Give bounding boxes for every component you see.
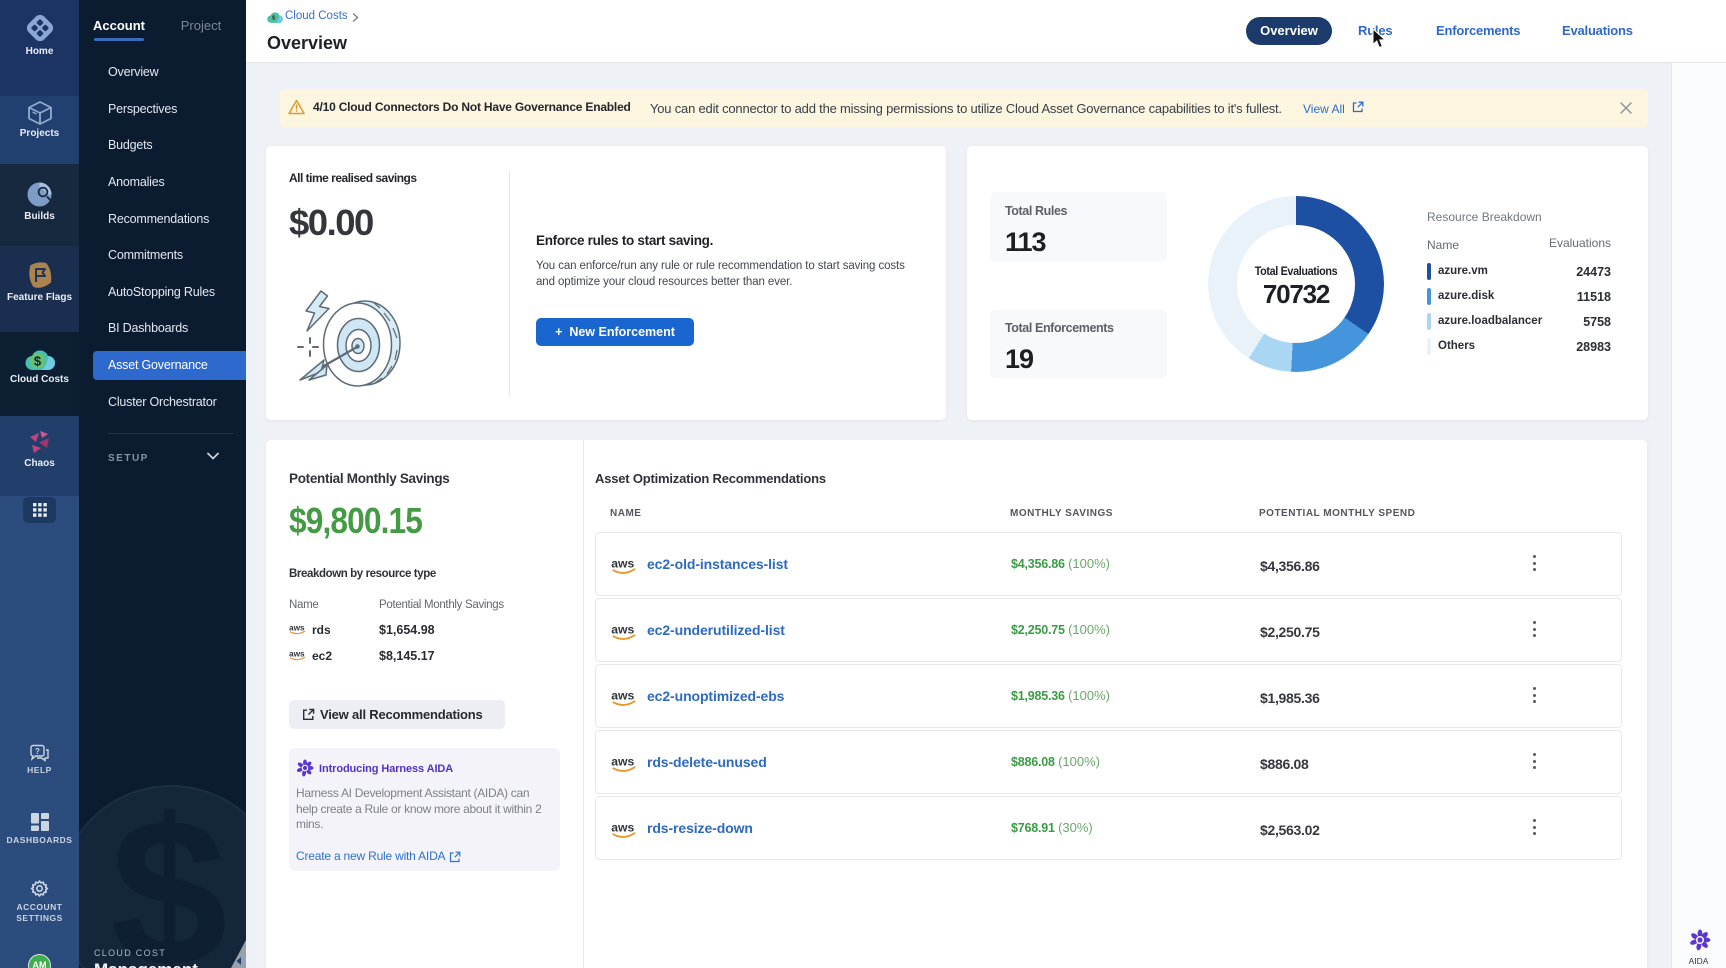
svg-text:aws: aws: [611, 623, 634, 637]
svg-text:?: ?: [35, 747, 40, 756]
svg-text:aws: aws: [289, 650, 305, 659]
svg-text:aws: aws: [611, 821, 634, 835]
svg-text:aws: aws: [289, 624, 305, 633]
svg-text:aws: aws: [611, 755, 634, 769]
svg-text:aws: aws: [611, 557, 634, 571]
svg-text:$: $: [111, 775, 228, 968]
svg-text:$: $: [33, 354, 41, 369]
svg-text:aws: aws: [611, 689, 634, 703]
